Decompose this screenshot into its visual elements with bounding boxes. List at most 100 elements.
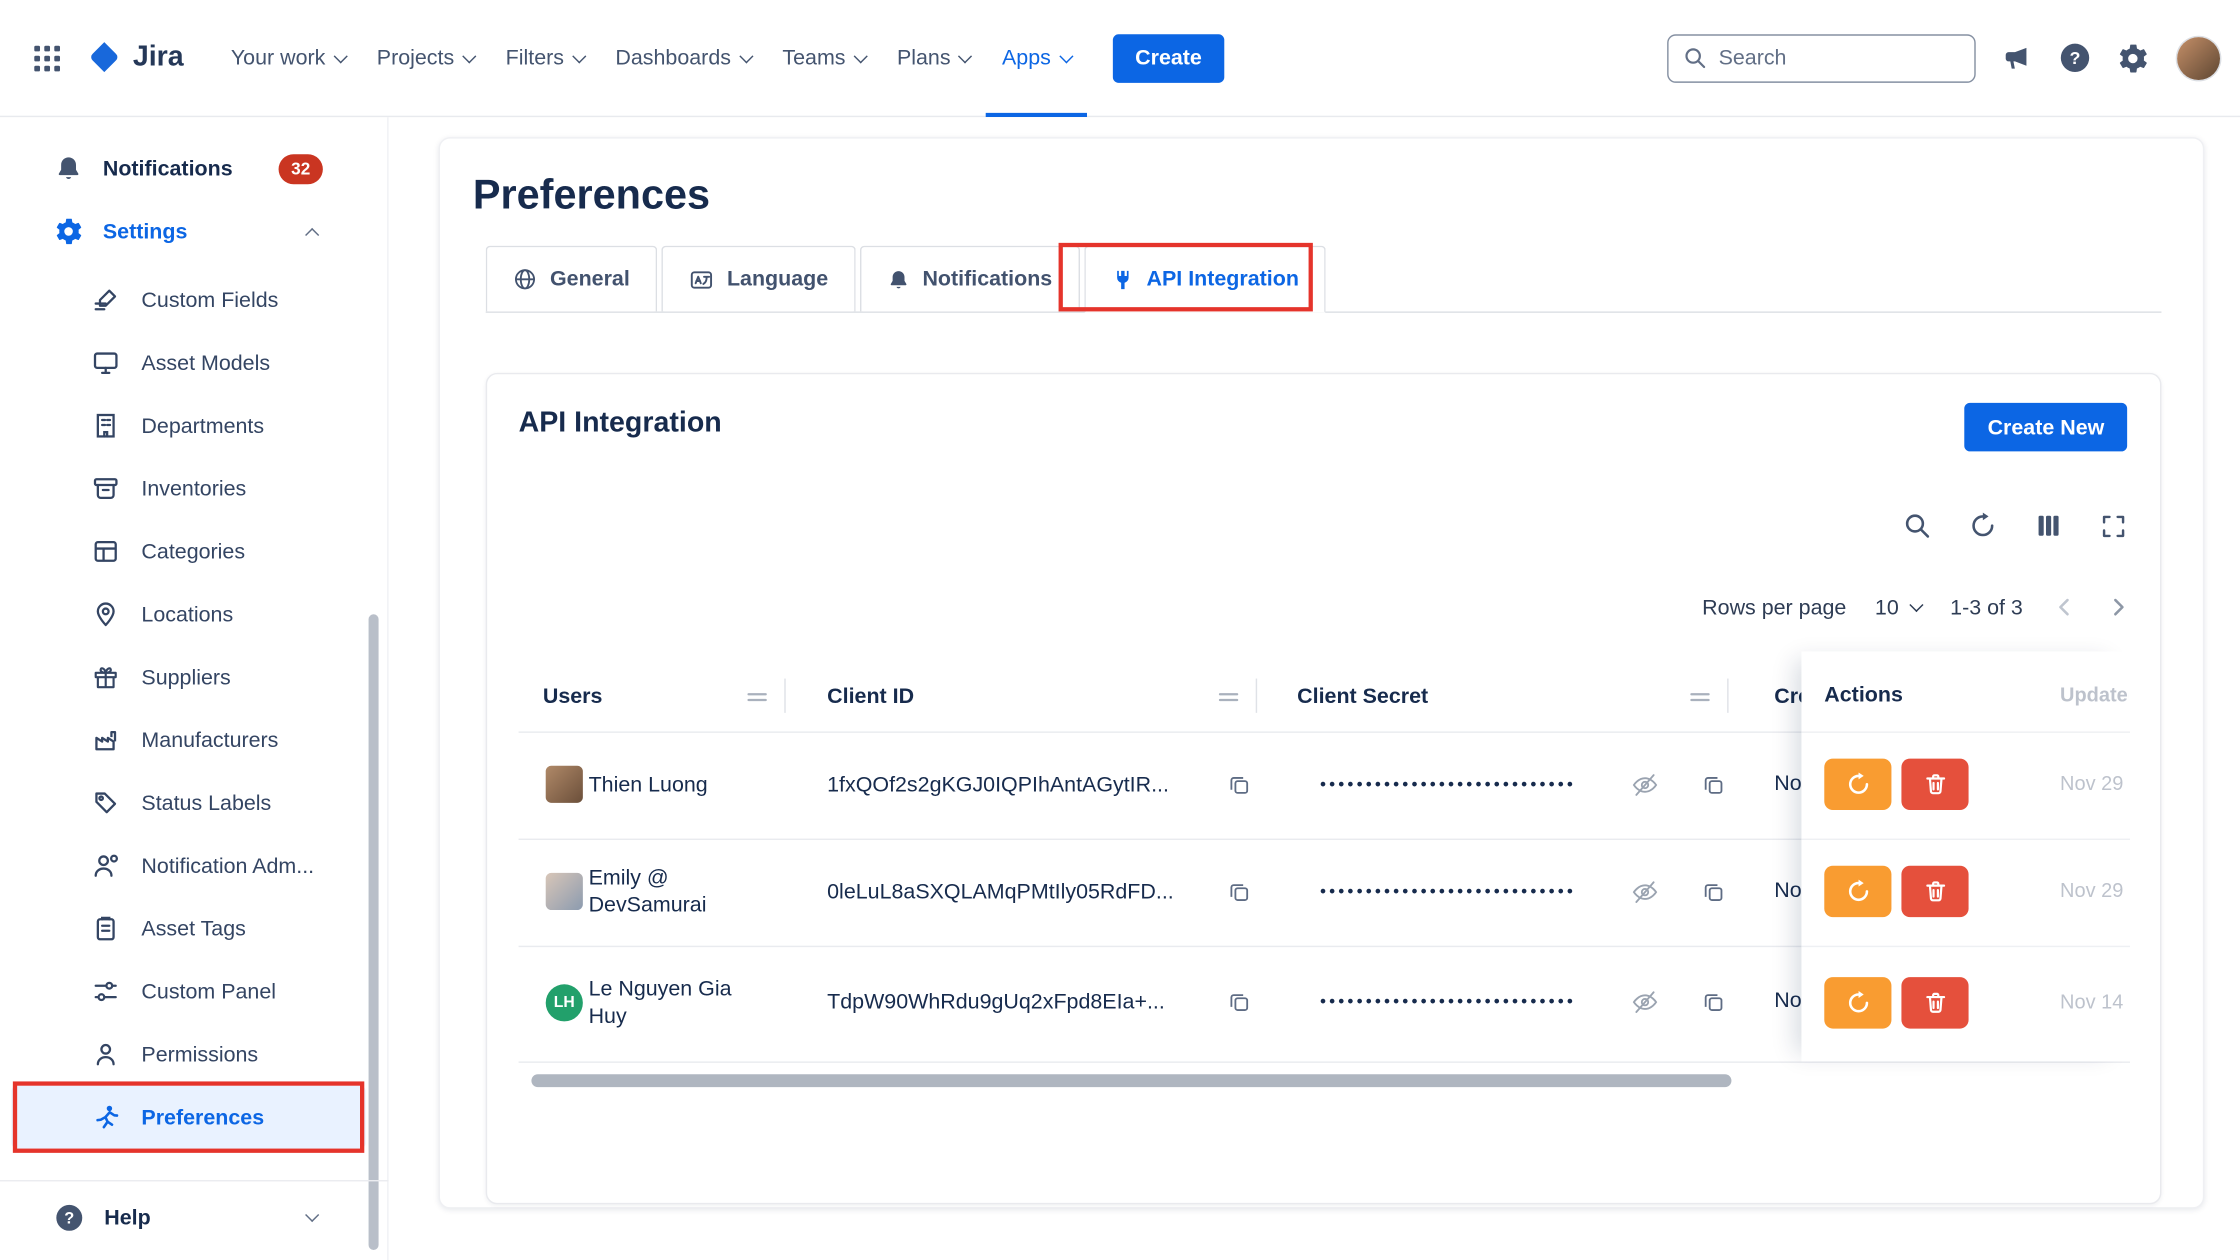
avatar: LH bbox=[546, 984, 583, 1021]
sidebar-item-label: Permissions bbox=[141, 1042, 258, 1066]
search-box[interactable] bbox=[1667, 34, 1976, 83]
settings-gear-icon[interactable] bbox=[2117, 42, 2148, 73]
search-icon[interactable] bbox=[1903, 511, 1932, 540]
fullscreen-icon[interactable] bbox=[2100, 511, 2127, 540]
column-header-client-secret[interactable]: Client Secret bbox=[1297, 660, 1428, 731]
primary-nav: Your work Projects Filters Dashboards Te… bbox=[215, 0, 1086, 116]
copy-client-id-button[interactable] bbox=[1227, 880, 1251, 904]
column-resize-handle[interactable] bbox=[1217, 687, 1240, 713]
sidebar-item-manufacturers[interactable]: Manufacturers bbox=[11, 709, 365, 772]
sidebar-item-notifications[interactable]: Notifications 32 bbox=[11, 137, 365, 200]
eye-off-icon[interactable] bbox=[1631, 771, 1658, 798]
chevron-down-icon bbox=[853, 49, 867, 63]
sidebar-item-preferences[interactable]: Preferences bbox=[11, 1086, 365, 1149]
columns-icon[interactable] bbox=[2034, 511, 2063, 540]
nav-item-filters[interactable]: Filters bbox=[490, 0, 600, 116]
eye-off-icon[interactable] bbox=[1631, 989, 1658, 1016]
copy-client-secret-button[interactable] bbox=[1701, 990, 1725, 1014]
copy-client-id-button[interactable] bbox=[1227, 990, 1251, 1014]
person-bell-icon bbox=[91, 851, 120, 880]
row-divider bbox=[1801, 731, 2130, 732]
column-header-label: Client ID bbox=[827, 684, 914, 708]
column-resize-handle[interactable] bbox=[1689, 687, 1712, 713]
client-id-value: TdpW90WhRdu9gUq2xFpd8EIa+... bbox=[827, 990, 1201, 1014]
clipboard-icon bbox=[91, 914, 120, 943]
refresh-token-button[interactable] bbox=[1824, 866, 1891, 917]
delete-token-button[interactable] bbox=[1901, 977, 1968, 1028]
sidebar-item-label: Custom Fields bbox=[141, 288, 278, 312]
sidebar-scrollbar[interactable] bbox=[369, 614, 379, 1250]
help-icon[interactable]: ? bbox=[2059, 41, 2092, 74]
building-icon bbox=[91, 411, 120, 440]
announcement-icon[interactable] bbox=[2001, 42, 2032, 73]
tab-api-integration[interactable]: API Integration bbox=[1084, 246, 1326, 313]
chevron-down-icon bbox=[739, 49, 753, 63]
sidebar-item-locations[interactable]: Locations bbox=[11, 583, 365, 646]
tab-language[interactable]: Language bbox=[661, 246, 855, 312]
column-resize-handle[interactable] bbox=[746, 687, 769, 713]
help-circle-icon: ? bbox=[54, 1202, 84, 1232]
column-header-users[interactable]: Users bbox=[543, 660, 603, 731]
sidebar-item-notification-admin[interactable]: Notification Adm... bbox=[11, 834, 365, 897]
sidebar-item-status-labels[interactable]: Status Labels bbox=[11, 771, 365, 834]
avatar bbox=[546, 766, 583, 803]
create-new-button[interactable]: Create New bbox=[1965, 403, 2127, 452]
user-avatar[interactable] bbox=[2177, 36, 2220, 79]
jira-logo[interactable]: Jira bbox=[86, 39, 184, 76]
language-icon bbox=[688, 266, 714, 292]
sidebar-item-asset-models[interactable]: Asset Models bbox=[11, 331, 365, 394]
created-value: No bbox=[1774, 879, 1801, 903]
create-button[interactable]: Create bbox=[1112, 34, 1224, 83]
tab-bar: General Language Notifications API Integ… bbox=[486, 246, 2162, 313]
nav-item-apps[interactable]: Apps bbox=[986, 0, 1086, 116]
sidebar-item-custom-fields[interactable]: Custom Fields bbox=[11, 269, 365, 332]
chevron-left-icon[interactable] bbox=[2051, 594, 2077, 620]
row-divider bbox=[519, 1061, 2130, 1062]
chevron-right-icon[interactable] bbox=[2106, 594, 2132, 620]
nav-item-teams[interactable]: Teams bbox=[767, 0, 882, 116]
refresh-token-button[interactable] bbox=[1824, 759, 1891, 810]
sidebar-item-departments[interactable]: Departments bbox=[11, 394, 365, 457]
sidebar-item-inventories[interactable]: Inventories bbox=[11, 457, 365, 520]
sidebar-item-custom-panel[interactable]: Custom Panel bbox=[11, 960, 365, 1023]
column-header-updated: Updated bbox=[2060, 683, 2129, 706]
column-header-client-id[interactable]: Client ID bbox=[827, 660, 914, 731]
tokens-table: Users Client ID Client Secret Created Th… bbox=[519, 660, 2130, 1174]
sidebar-item-permissions[interactable]: Permissions bbox=[11, 1023, 365, 1086]
horizontal-scrollbar[interactable] bbox=[531, 1074, 1731, 1087]
jira-app: Jira Your work Projects Filters Dashboar… bbox=[0, 0, 2240, 1260]
delete-token-button[interactable] bbox=[1901, 759, 1968, 810]
sidebar-item-suppliers[interactable]: Suppliers bbox=[11, 646, 365, 709]
tab-label: General bbox=[550, 267, 630, 291]
refresh-token-button[interactable] bbox=[1824, 977, 1891, 1028]
nav-item-plans[interactable]: Plans bbox=[881, 0, 986, 116]
tab-general[interactable]: General bbox=[486, 246, 657, 312]
notifications-badge: 32 bbox=[279, 154, 323, 184]
search-input[interactable] bbox=[1719, 46, 1960, 70]
sidebar-divider bbox=[0, 1180, 389, 1181]
gear-icon bbox=[54, 217, 83, 246]
tab-label: API Integration bbox=[1147, 267, 1299, 291]
created-value: No bbox=[1774, 989, 1801, 1013]
eye-off-icon[interactable] bbox=[1631, 879, 1658, 906]
nav-item-dashboards[interactable]: Dashboards bbox=[600, 0, 767, 116]
tab-notifications[interactable]: Notifications bbox=[860, 246, 1080, 312]
sidebar-item-help[interactable]: ? Help bbox=[11, 1186, 365, 1249]
sidebar-item-settings[interactable]: Settings bbox=[11, 200, 365, 263]
copy-client-secret-button[interactable] bbox=[1701, 773, 1725, 797]
rows-per-page-select[interactable]: 10 bbox=[1875, 595, 1922, 619]
column-separator bbox=[1256, 679, 1257, 713]
nav-item-your-work[interactable]: Your work bbox=[215, 0, 361, 116]
chevron-down-icon bbox=[958, 49, 972, 63]
refresh-icon[interactable] bbox=[1969, 511, 1998, 540]
custom-fields-icon bbox=[91, 286, 120, 315]
column-header-label: Client Secret bbox=[1297, 684, 1428, 708]
copy-client-id-button[interactable] bbox=[1227, 773, 1251, 797]
app-switcher-icon[interactable] bbox=[31, 42, 62, 73]
sidebar-item-categories[interactable]: Categories bbox=[11, 520, 365, 583]
avatar bbox=[546, 873, 583, 910]
copy-client-secret-button[interactable] bbox=[1701, 880, 1725, 904]
nav-item-projects[interactable]: Projects bbox=[361, 0, 490, 116]
sidebar-item-asset-tags[interactable]: Asset Tags bbox=[11, 897, 365, 960]
delete-token-button[interactable] bbox=[1901, 866, 1968, 917]
